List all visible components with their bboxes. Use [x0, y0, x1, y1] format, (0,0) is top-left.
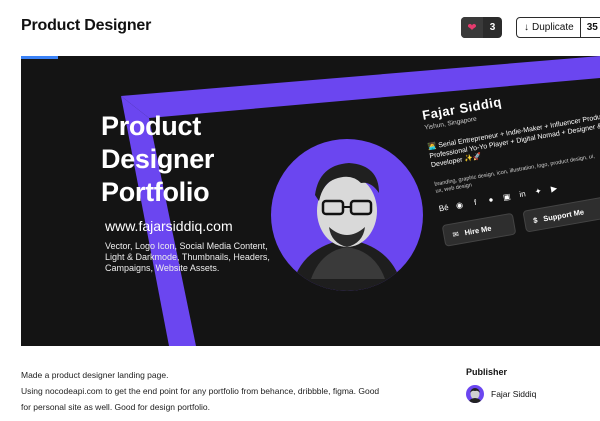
linkedin-icon: in	[518, 188, 527, 199]
duplicate-label-wrap: ↓ Duplicate	[517, 18, 581, 37]
support-me-label: Support Me	[542, 206, 585, 223]
twitter-icon: ✦	[534, 185, 543, 196]
publisher-avatar	[466, 385, 484, 403]
template-description: Made a product designer landing page. Us…	[21, 367, 421, 415]
instagram-icon: ▣	[502, 191, 512, 202]
dollar-icon: $	[532, 215, 539, 225]
template-preview-image[interactable]: Product Designer Portfolio www.fajarsidd…	[21, 56, 600, 346]
heart-icon: ❤	[461, 17, 483, 38]
duplicate-button[interactable]: ↓ Duplicate 35	[516, 17, 600, 38]
hero-url: www.fajarsiddiq.com	[105, 218, 233, 234]
mail-icon: ✉	[451, 228, 460, 239]
publisher-heading: Publisher	[466, 367, 508, 377]
like-count: 3	[489, 22, 496, 33]
arrow-down-icon: ↓	[524, 22, 529, 33]
description-line: Made a product designer landing page.	[21, 370, 169, 380]
hero-title-line: Designer	[101, 144, 215, 174]
page-title: Product Designer	[21, 17, 152, 34]
github-icon: ●	[487, 194, 495, 205]
hero-title-line: Product	[101, 111, 201, 141]
hero-title: Product Designer Portfolio	[101, 110, 214, 209]
behance-icon: Bē	[438, 202, 450, 213]
duplicate-count: 35	[586, 22, 598, 33]
facebook-icon: f	[473, 197, 478, 207]
publisher-link[interactable]: Fajar Siddiq	[466, 385, 536, 403]
youtube-icon: ▶	[550, 183, 558, 194]
dribbble-icon: ◉	[455, 199, 464, 210]
like-button[interactable]: ❤ 3	[461, 17, 502, 38]
hero-title-line: Portfolio	[101, 177, 210, 207]
hire-me-label: Hire Me	[463, 223, 493, 237]
avatar-illustration	[271, 139, 423, 291]
publisher-name[interactable]: Fajar Siddiq	[491, 389, 536, 399]
duplicate-label: Duplicate	[532, 22, 574, 33]
description-line: for personal site as well. Good for desi…	[21, 402, 210, 412]
hero-description: Vector, Logo Icon, Social Media Content,…	[105, 241, 270, 273]
description-line: Using nocodeapi.com to get the end point…	[21, 386, 380, 396]
